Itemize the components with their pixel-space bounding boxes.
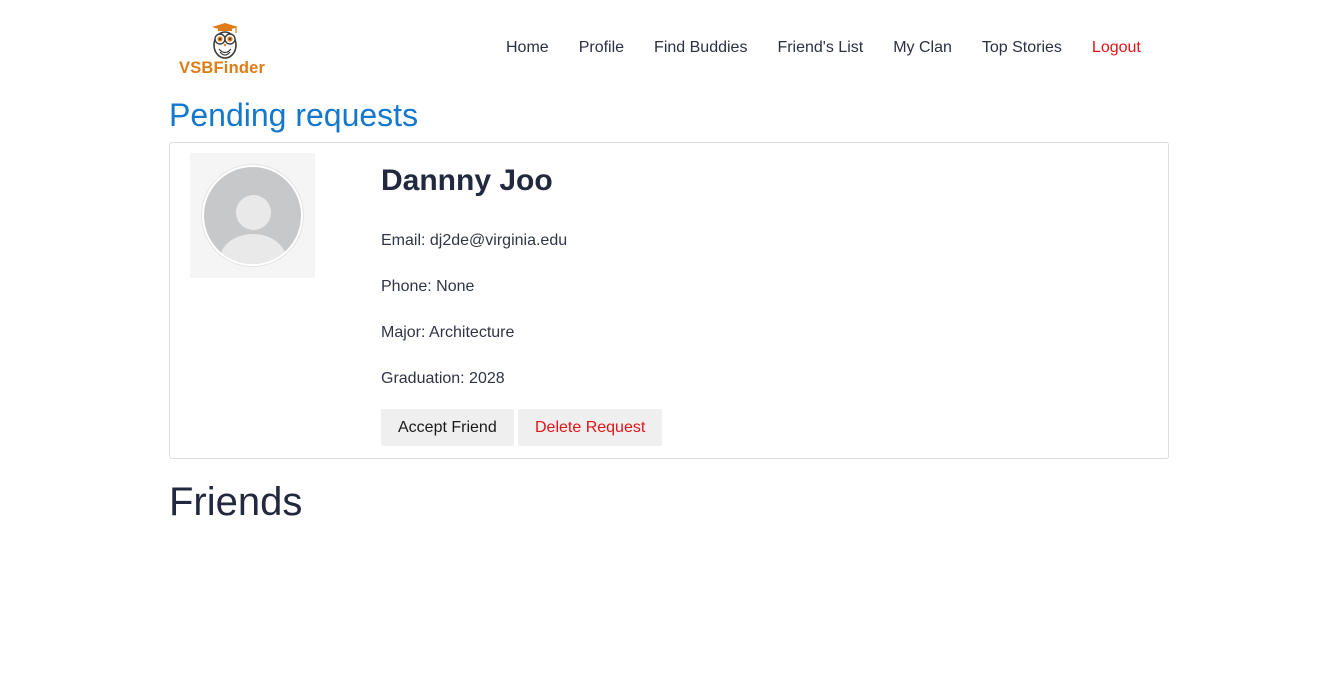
pending-request-card: Dannny Joo Email: dj2de@virginia.edu Pho… bbox=[169, 142, 1169, 459]
owl-logo-icon bbox=[212, 23, 238, 59]
main-nav: Home Profile Find Buddies Friend's List … bbox=[491, 38, 1156, 58]
requester-name: Dannny Joo bbox=[381, 164, 553, 197]
requester-phone: Phone: None bbox=[381, 278, 475, 295]
avatar-frame bbox=[190, 153, 315, 278]
request-info: Dannny Joo Email: dj2de@virginia.edu Pho… bbox=[381, 161, 663, 446]
nav-item-top-stories[interactable]: Top Stories bbox=[982, 38, 1062, 58]
nav-item-my-clan[interactable]: My Clan bbox=[893, 38, 952, 58]
nav-item-home[interactable]: Home bbox=[506, 38, 549, 58]
requester-graduation: Graduation: 2028 bbox=[381, 370, 505, 387]
requester-email: Email: dj2de@virginia.edu bbox=[381, 232, 568, 249]
nav-item-logout[interactable]: Logout bbox=[1092, 38, 1141, 58]
default-user-avatar-icon bbox=[202, 165, 303, 266]
delete-request-button[interactable]: Delete Request bbox=[518, 409, 663, 446]
nav-item-profile[interactable]: Profile bbox=[579, 38, 624, 58]
pending-requests-title: Pending requests bbox=[169, 97, 419, 133]
friends-title: Friends bbox=[169, 480, 303, 524]
brand-name: VSBFinder bbox=[179, 59, 266, 77]
nav-item-friends-list[interactable]: Friend's List bbox=[777, 38, 863, 58]
accept-friend-button[interactable]: Accept Friend bbox=[381, 409, 514, 446]
requester-major: Major: Architecture bbox=[381, 324, 515, 341]
site-header: VSBFinder Home Profile Find Buddies Frie… bbox=[169, 0, 1169, 96]
nav-item-find-buddies[interactable]: Find Buddies bbox=[654, 38, 747, 58]
page-container: VSBFinder Home Profile Find Buddies Frie… bbox=[169, 0, 1169, 524]
brand-logo[interactable]: VSBFinder bbox=[179, 22, 271, 80]
